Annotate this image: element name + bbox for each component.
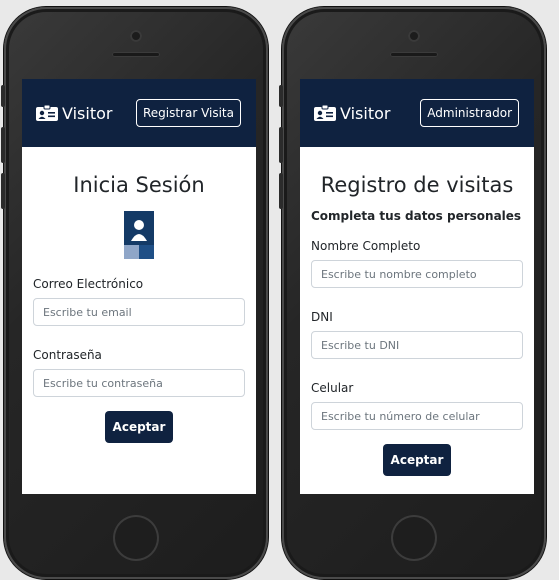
phone-placeholder: Escribe tu número de celular [321, 409, 480, 423]
password-label: Contraseña [33, 348, 102, 362]
admin-button[interactable]: Administrador [420, 99, 519, 127]
login-screen: Visitor Registrar Visita Inicia Sesión C… [22, 79, 256, 494]
user-avatar-icon [124, 211, 154, 259]
brand[interactable]: Visitor [314, 104, 390, 123]
mute-switch [1, 85, 5, 107]
id-badge-icon [314, 105, 336, 121]
email-placeholder: Escribe tu email [43, 305, 132, 319]
brand[interactable]: Visitor [36, 104, 112, 123]
page-title: Inicia Sesión [73, 173, 205, 197]
camera-icon [408, 30, 420, 42]
home-button[interactable] [391, 515, 437, 561]
speaker-grille [112, 52, 160, 57]
password-placeholder: Escribe tu contraseña [43, 376, 163, 390]
volume-down-button [1, 173, 5, 209]
dni-input[interactable]: Escribe tu DNI [311, 331, 523, 359]
password-input[interactable]: Escribe tu contraseña [33, 369, 245, 397]
form-subtitle: Completa tus datos personales [311, 209, 522, 223]
phone-frame-register: Visitor Administrador Registro de visita… [279, 7, 546, 579]
email-input[interactable]: Escribe tu email [33, 298, 245, 326]
register-form: Registro de visitas Completa tus datos p… [300, 173, 534, 476]
volume-up-button [1, 127, 5, 163]
name-input[interactable]: Escribe tu nombre completo [311, 260, 523, 288]
dni-label: DNI [311, 310, 333, 324]
email-label: Correo Electrónico [33, 277, 144, 291]
phone-input[interactable]: Escribe tu número de celular [311, 402, 523, 430]
camera-icon [130, 30, 142, 42]
volume-down-button [279, 173, 283, 209]
login-submit-button[interactable]: Aceptar [104, 411, 174, 443]
phone-label: Celular [311, 381, 354, 395]
navbar: Visitor Registrar Visita [22, 79, 256, 147]
mute-switch [279, 85, 283, 107]
speaker-grille [390, 52, 438, 57]
brand-name: Visitor [62, 103, 113, 123]
name-label: Nombre Completo [311, 239, 421, 253]
phone-frame-login: Visitor Registrar Visita Inicia Sesión C… [1, 7, 268, 579]
volume-up-button [279, 127, 283, 163]
navbar: Visitor Administrador [300, 79, 534, 147]
brand-name: Visitor [340, 103, 391, 123]
id-badge-icon [36, 105, 58, 121]
dni-placeholder: Escribe tu DNI [321, 338, 400, 352]
register-visit-button[interactable]: Registrar Visita [135, 99, 241, 127]
register-screen: Visitor Administrador Registro de visita… [300, 79, 534, 494]
login-form: Inicia Sesión Correo Electrónico Escribe… [22, 173, 256, 443]
page-title: Registro de visitas [320, 173, 514, 197]
home-button[interactable] [113, 515, 159, 561]
name-placeholder: Escribe tu nombre completo [321, 267, 477, 281]
register-submit-button[interactable]: Aceptar [382, 444, 452, 476]
